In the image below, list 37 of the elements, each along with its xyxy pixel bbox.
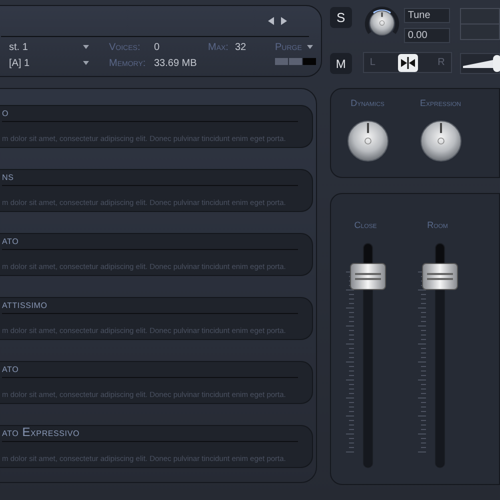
- previous-arrow-icon[interactable]: [268, 17, 274, 25]
- preset-dropdown[interactable]: st. 1: [9, 40, 89, 54]
- articulation-title: ns: [2, 170, 14, 182]
- fader-thumb[interactable]: [350, 262, 386, 290]
- articulation-title: o: [2, 106, 9, 118]
- stat-value: 33.69 MB: [154, 56, 197, 70]
- stat-value: 32: [235, 40, 248, 54]
- pan-thumb[interactable]: [398, 54, 418, 72]
- memory-meter-icon: [275, 58, 316, 65]
- articulation-title: attissimo: [2, 298, 48, 310]
- next-arrow-icon[interactable]: [280, 17, 287, 25]
- articulation-title: ato: [2, 234, 19, 246]
- level-meter: [460, 8, 500, 40]
- volume-slider[interactable]: [460, 53, 500, 74]
- caret-icon: [83, 61, 89, 65]
- caret-icon: [306, 45, 313, 49]
- knob-label: Expression: [420, 97, 461, 110]
- articulation-title: ato Expressivo: [2, 426, 80, 438]
- stat-label: Memory:: [109, 56, 147, 70]
- stat-value: 0: [154, 40, 161, 54]
- right-label: R: [438, 56, 445, 70]
- fader-thumb[interactable]: [422, 262, 458, 290]
- tune-value-field[interactable]: 0.00: [404, 28, 450, 43]
- solo-button[interactable]: S: [330, 7, 352, 28]
- left-label: L: [370, 56, 376, 70]
- volume-thumb[interactable]: [493, 55, 500, 72]
- fader-label: Room: [427, 219, 448, 232]
- knob-label: Dynamics: [350, 97, 384, 110]
- preset-dropdown[interactable]: [A] 1: [9, 56, 89, 70]
- stat-label: Voices:: [109, 40, 142, 54]
- volume-ramp-icon: [463, 60, 493, 68]
- stat-label: Max:: [208, 40, 230, 54]
- tune-label: Tune: [404, 8, 450, 23]
- articulation-title: ato: [2, 362, 19, 374]
- mute-button[interactable]: M: [330, 53, 352, 74]
- fader-label: Close: [354, 219, 377, 232]
- caret-icon: [83, 45, 89, 49]
